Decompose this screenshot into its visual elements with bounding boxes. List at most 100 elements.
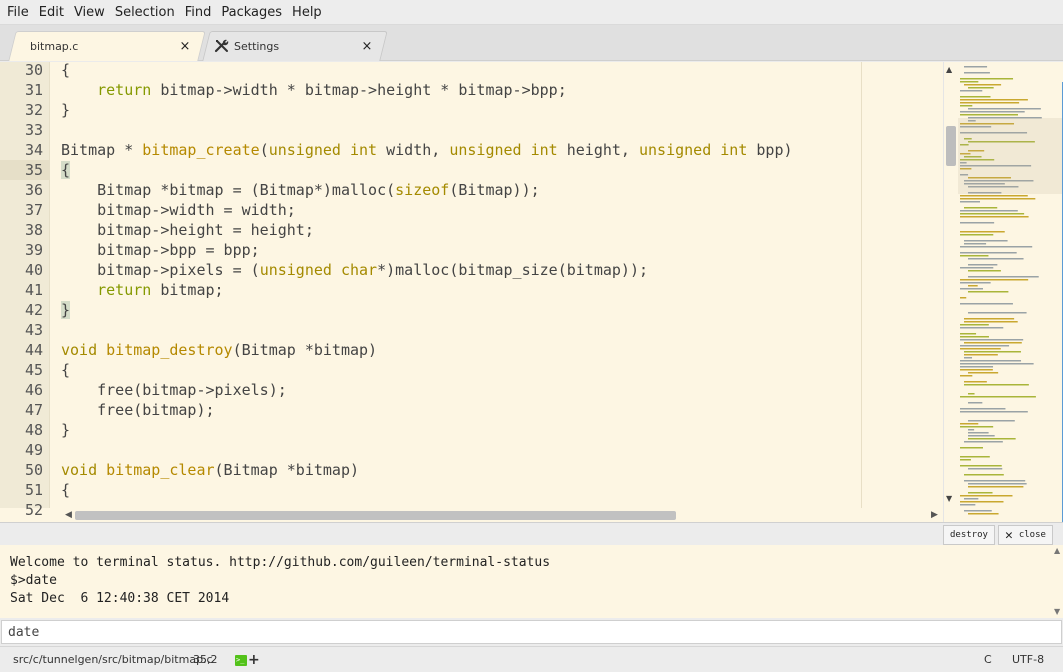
minimap-line [960, 339, 1024, 341]
menu-item-find[interactable]: Find [181, 0, 216, 25]
code-token: (Bitmap *bitmap) [232, 341, 378, 359]
tab-bitmap-c[interactable]: bitmap.c × [8, 31, 206, 61]
minimap-line [964, 66, 988, 68]
close-icon: ✕ [1005, 527, 1013, 543]
code-line: { [61, 360, 70, 380]
minimap-line [964, 381, 987, 383]
vertical-scrollbar[interactable]: ▲ ▼ [944, 62, 958, 508]
minimap-line [964, 510, 992, 512]
minimap-line [968, 483, 1027, 485]
close-icon[interactable]: × [360, 39, 374, 54]
code-token: Bitmap * [61, 141, 143, 159]
minimap-line [964, 384, 1029, 386]
minimap-line [960, 267, 994, 269]
horizontal-scrollbar[interactable]: ◀ ▶ [61, 508, 943, 522]
minimap-line [960, 288, 983, 290]
terminal-line: Welcome to terminal status. http://githu… [10, 555, 551, 570]
destroy-button[interactable]: destroy [943, 525, 995, 545]
code-line: bitmap->width = width; [61, 200, 296, 220]
line-number: 50 [24, 461, 43, 479]
menu-item-packages[interactable]: Packages [217, 0, 286, 25]
tools-icon [214, 39, 229, 53]
code-area[interactable]: { return bitmap->width * bitmap->height … [61, 62, 861, 508]
code-token: bitmap->height = height; [61, 221, 314, 239]
tab-settings[interactable]: Settings × [202, 31, 388, 61]
minimap-line [960, 279, 1029, 281]
minimap-line [964, 207, 998, 209]
code-line: } [61, 300, 71, 320]
minimap-line [960, 327, 1004, 329]
line-number: 40 [24, 261, 43, 279]
minimap[interactable]: ▲ ▼ [943, 62, 1063, 522]
line-number: 48 [24, 421, 43, 439]
code-line: return bitmap; [61, 280, 223, 300]
terminal-scrollbar[interactable]: ▲ ▼ [1052, 545, 1062, 618]
minimap-line [960, 360, 1022, 362]
minimap-line [960, 426, 994, 428]
line-number: 35 [0, 160, 49, 180]
minimap-line [960, 411, 1028, 413]
file-path[interactable]: src/c/tunnelgen/src/bitmap/bitmap.c [13, 647, 213, 672]
line-number: 44 [24, 341, 43, 359]
minimap-line [960, 255, 989, 257]
scroll-left-icon[interactable]: ◀ [65, 508, 72, 522]
code-line: bitmap->height = height; [61, 220, 314, 240]
minimap-line [964, 441, 1003, 443]
cursor-position[interactable]: 35,2 [193, 647, 218, 672]
terminal-command-input[interactable] [1, 620, 1062, 644]
scroll-right-icon[interactable]: ▶ [931, 508, 938, 522]
terminal-panel-header: destroy ✕ close [0, 522, 1063, 545]
code-token: return [97, 81, 152, 99]
minimap-line [964, 357, 973, 359]
code-editor[interactable]: 30 31 32 33 34 35 36 37 38 39 40 41 42 43 44 45 46 47 48 49… [0, 62, 943, 522]
menu-item-file[interactable]: File [3, 0, 33, 25]
code-token: unsigned [449, 141, 522, 159]
minimap-line [960, 96, 991, 98]
terminal-line: $>date [10, 573, 57, 588]
minimap-line [960, 495, 1013, 497]
new-terminal-button[interactable]: + [248, 647, 260, 672]
minimap-line [960, 114, 1019, 116]
line-number: 41 [24, 281, 43, 299]
minimap-line [960, 216, 1029, 218]
status-bar: src/c/tunnelgen/src/bitmap/bitmap.c 35,2… [0, 646, 1063, 672]
close-icon[interactable]: × [178, 39, 192, 54]
close-button[interactable]: ✕ close [998, 525, 1053, 545]
minimap-line [968, 492, 993, 494]
minimap-line [968, 87, 994, 89]
minimap-line [960, 447, 983, 449]
menu-item-selection[interactable]: Selection [111, 0, 179, 25]
minimap-line [968, 435, 995, 437]
minimap-line [964, 243, 987, 245]
line-number: 46 [24, 381, 43, 399]
grammar-selector[interactable]: C [984, 647, 992, 672]
vertical-scroll-thumb[interactable] [946, 126, 956, 166]
minimap-line [960, 210, 1018, 212]
code-token: { [61, 361, 71, 379]
menu-item-edit[interactable]: Edit [35, 0, 68, 25]
minimap-line [960, 213, 1025, 215]
line-number: 51 [24, 481, 43, 499]
scroll-up-icon[interactable]: ▲ [1054, 546, 1060, 555]
minimap-preview[interactable] [958, 62, 1063, 522]
minimap-line [968, 270, 1001, 272]
menu-item-view[interactable]: View [70, 0, 109, 25]
minimap-line [964, 342, 1022, 344]
code-token: { [61, 62, 71, 79]
code-token: unsigned [259, 261, 332, 279]
code-token: free(bitmap); [61, 401, 215, 419]
scroll-up-icon[interactable]: ▲ [946, 65, 952, 74]
terminal-icon[interactable]: >_ [235, 655, 247, 666]
encoding-selector[interactable]: UTF-8 [1012, 647, 1044, 672]
horizontal-scroll-thumb[interactable] [75, 511, 676, 520]
code-line: } [61, 100, 70, 120]
code-line: free(bitmap); [61, 400, 215, 420]
scroll-down-icon[interactable]: ▼ [946, 494, 952, 503]
minimap-line [964, 84, 1002, 86]
scroll-down-icon[interactable]: ▼ [1054, 607, 1060, 616]
code-token: int [530, 141, 558, 159]
terminal-output[interactable]: Welcome to terminal status. http://githu… [0, 545, 1063, 618]
menu-item-help[interactable]: Help [288, 0, 326, 25]
line-number: 36 [24, 181, 43, 199]
